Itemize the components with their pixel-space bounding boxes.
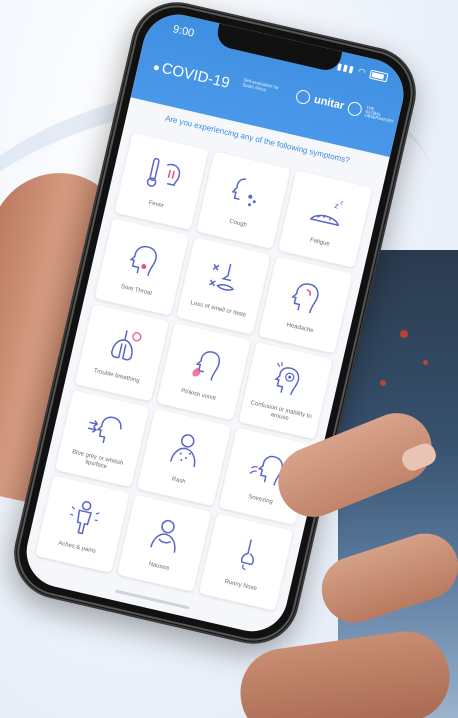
symptom-tile[interactable]: Trouble breathing [74,304,170,402]
globe-logo-icon [346,100,364,118]
symptom-label: Headache [286,321,315,334]
headache-icon [291,282,319,313]
symptom-label: Trouble breathing [93,367,141,384]
symptom-tile[interactable]: Runny Nose [198,513,294,611]
symptom-label: Loss of smell or taste [189,299,247,319]
blue-lips-icon [87,416,122,444]
fever-icon [146,157,181,187]
aches-icon [70,500,100,534]
runny-nose-icon [241,539,255,570]
loss-of-smell-icon [209,263,235,291]
symptom-tile[interactable]: Loss of smell or taste [176,237,271,335]
vomit-icon [192,350,221,381]
confusion-icon [274,362,300,396]
symptom-tile[interactable]: Nausea [116,494,212,592]
symptom-tile[interactable]: z z Fatigue [277,170,373,268]
symptom-tile[interactable]: Blue grey or whitish lips/face [54,389,150,488]
map-dot [423,360,428,365]
symptom-tile[interactable]: Rash [136,408,232,507]
symptom-label: Sneezing [247,493,274,505]
signal-icon: ▮▮▮ [336,61,356,75]
symptom-label: Nausea [148,560,170,572]
symptom-label: Sore Throat [120,283,153,297]
status-icons: ▮▮▮ ◠ [336,61,389,83]
nausea-icon [150,519,176,553]
symptom-tile[interactable]: Cough [196,151,291,249]
symptom-label: Runny Nose [223,578,258,592]
app-subtitle: Self-evaluation for South Africa [241,77,280,93]
symptom-label: Aches & pains [57,539,97,555]
svg-text:z: z [340,200,344,207]
symptom-tile[interactable]: Confusion or inability to arouse [238,341,333,440]
title-dot-icon [153,64,160,71]
symptom-label: Blue grey or whitish lips/face [71,449,124,471]
symptom-label: Rash [171,475,187,485]
observatory-logo-text: THE GLOBAL OBSERVATORY [364,104,395,124]
fatigue-icon: zz [309,200,344,226]
symptom-label: Fever [148,199,165,209]
app-title: COVID-19 [152,58,231,92]
symptom-tile[interactable]: Pinkish vomit [156,322,251,421]
symptom-tile[interactable]: Fever [114,132,209,231]
symptom-label: Pinkish vomit [180,387,217,402]
symptom-tile[interactable]: Aches & pains [35,475,130,574]
symptom-label: Fatigue [309,236,331,248]
app-title-text: COVID-19 [160,59,232,92]
symptom-tile[interactable]: Sore Throat [94,218,189,316]
status-time: 9:00 [171,23,196,40]
map-dot [380,380,386,386]
symptom-label: Confusion or inability to arouse [250,400,313,422]
symptom-label: Cough [228,218,248,229]
unitar-logo: unitar [312,93,346,113]
partner-logos: unitar THE GLOBAL OBSERVATORY [295,88,395,124]
wifi-icon: ◠ [356,65,368,78]
trouble-breathing-icon [111,329,142,361]
cough-icon [231,177,256,206]
un-logo-icon [295,88,312,106]
map-dot [400,330,408,338]
sore-throat-icon [129,245,158,276]
battery-icon [368,69,389,83]
symptom-tile[interactable]: Headache [258,256,353,354]
rash-icon [170,433,196,467]
